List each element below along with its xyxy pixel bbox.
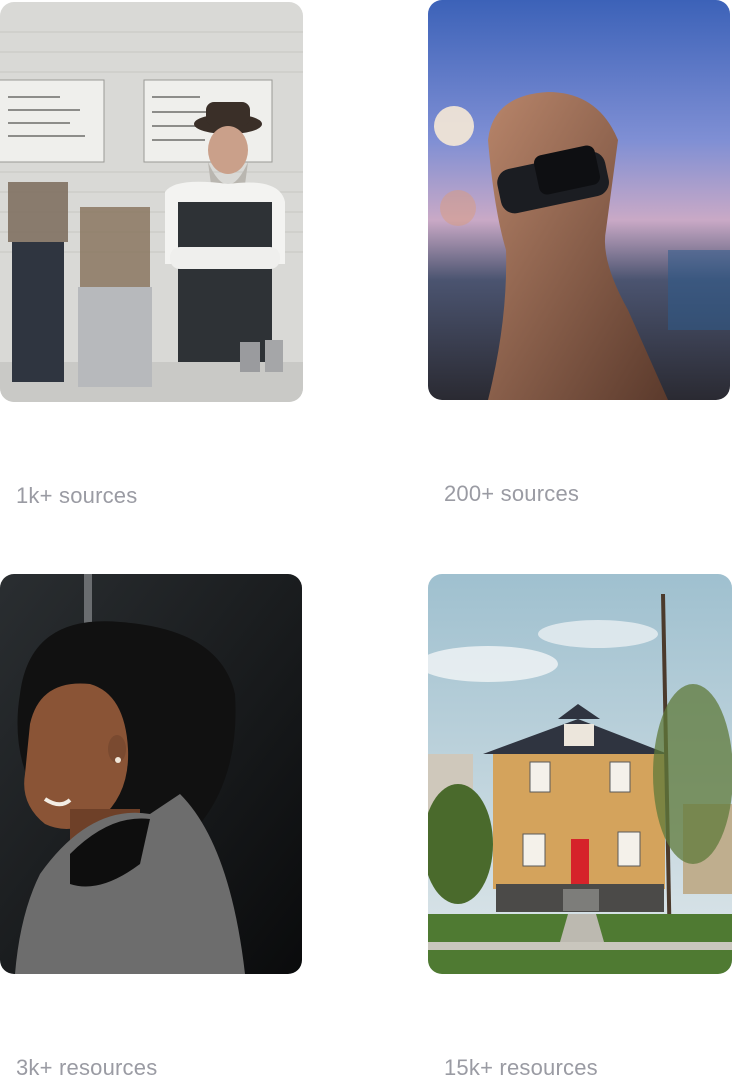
card-label: 3k+ resources <box>16 1055 158 1080</box>
card-label: 200+ sources <box>444 481 580 506</box>
card-label: 15k+ resources <box>444 1055 598 1080</box>
house-photo[interactable] <box>428 574 732 974</box>
card-label: 1k+ sources <box>16 483 138 508</box>
barista-photo[interactable] <box>0 2 303 402</box>
smartwatch-photo[interactable] <box>428 0 730 400</box>
woman-portrait-photo[interactable] <box>0 574 302 974</box>
